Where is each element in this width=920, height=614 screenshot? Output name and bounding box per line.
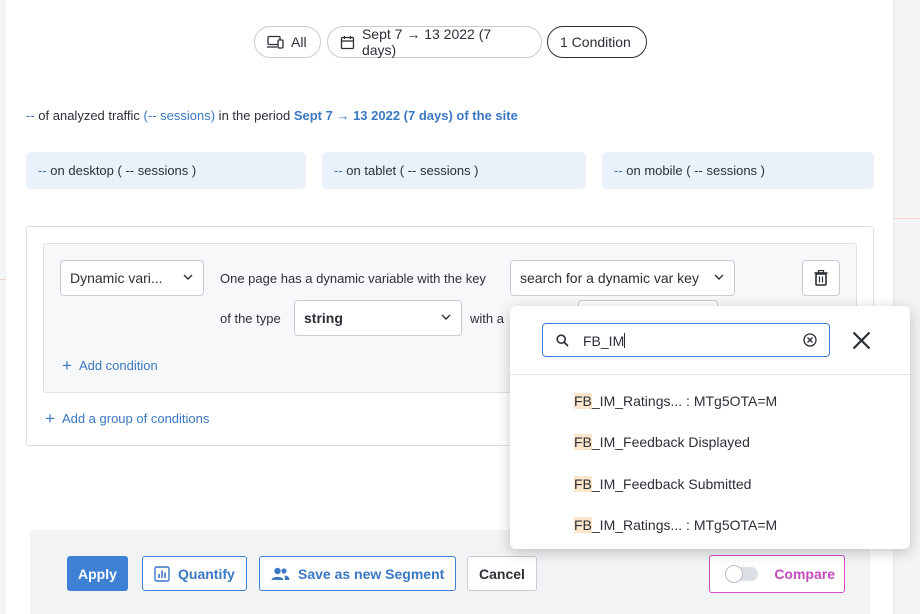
option-rest: _IM_Feedback Displayed [591, 434, 750, 450]
option-match: FB [574, 393, 592, 409]
desktop-dash: -- [38, 163, 47, 178]
save-segment-button[interactable]: Save as new Segment [259, 556, 457, 591]
condition-sentence-3: with a [470, 311, 504, 326]
summary-period: Sept 7 → 13 2022 (7 days) of the site [293, 108, 518, 123]
delete-condition-button[interactable] [802, 260, 840, 296]
key-search-dropdown: FB_IM FB_IM_Ratings... : MTg5OTA=M FB_IM… [510, 306, 910, 549]
summary-text-2: in the period [215, 108, 294, 123]
trash-icon [814, 270, 828, 286]
add-condition-link[interactable]: + Add condition [62, 357, 158, 374]
option-match: FB [574, 476, 592, 492]
key-search-input[interactable]: FB_IM [542, 323, 830, 357]
condition-filter-pill[interactable]: 1 Condition [547, 26, 647, 58]
text-caret [624, 333, 626, 348]
value-type-select[interactable]: string [294, 300, 462, 336]
date-filter-pill[interactable]: Sept 7 → 13 2022 (7 days) [327, 26, 542, 58]
desktop-text: on desktop ( -- sessions ) [46, 163, 197, 178]
tablet-text: on tablet ( -- sessions ) [342, 163, 479, 178]
devices-icon [267, 35, 284, 49]
desktop-card: -- on desktop ( -- sessions ) [26, 152, 306, 189]
device-filter-pill[interactable]: All [254, 26, 321, 58]
plus-icon: + [45, 409, 55, 428]
search-value-wrap: FB_IM [583, 333, 626, 349]
add-group-label: Add a group of conditions [61, 411, 210, 426]
background-chart-line [894, 218, 920, 219]
quantify-label: Quantify [178, 565, 235, 582]
clear-search-icon[interactable] [803, 333, 817, 347]
quantify-button[interactable]: Quantify [142, 556, 247, 591]
chevron-down-icon [441, 314, 451, 320]
tablet-dash: -- [334, 163, 343, 178]
chevron-down-icon [714, 274, 724, 280]
plus-icon: + [62, 356, 72, 375]
condition-type-value: Dynamic vari... [70, 270, 163, 286]
tablet-card: -- on tablet ( -- sessions ) [322, 152, 586, 189]
cancel-button[interactable]: Cancel [467, 556, 537, 591]
summary-text-1: of analyzed traffic [34, 108, 144, 123]
compare-toggle-button[interactable]: Compare [709, 555, 845, 593]
dropdown-divider [510, 374, 910, 375]
option-rest: _IM_Feedback Submitted [591, 476, 752, 492]
chevron-down-icon [183, 274, 193, 280]
key-option[interactable]: FB_IM_Feedback Displayed [574, 434, 750, 450]
toggle-switch[interactable] [725, 565, 758, 583]
calendar-icon [340, 35, 355, 49]
search-icon [556, 334, 569, 347]
apply-button[interactable]: Apply [67, 556, 128, 591]
dynamic-key-select[interactable]: search for a dynamic var key [510, 260, 735, 296]
save-segment-label: Save as new Segment [298, 565, 445, 582]
bar-chart-icon [154, 565, 170, 582]
condition-sentence-1: One page has a dynamic variable with the… [220, 271, 486, 286]
toggle-knob [725, 565, 743, 583]
device-filter-label: All [291, 34, 307, 50]
apply-label: Apply [78, 565, 117, 582]
close-icon[interactable] [852, 331, 871, 350]
date-filter-label: Sept 7 → 13 2022 (7 days) [361, 26, 492, 58]
condition-filter-label: 1 Condition [560, 34, 631, 50]
key-option[interactable]: FB_IM_Feedback Submitted [574, 476, 751, 492]
mobile-text: on mobile ( -- sessions ) [622, 163, 765, 178]
users-icon [271, 567, 290, 580]
key-option[interactable]: FB_IM_Ratings... : MTg5OTA=M [574, 517, 777, 533]
cancel-label: Cancel [479, 565, 525, 582]
search-value: FB_IM [583, 333, 625, 349]
option-rest: _IM_Ratings... : MTg5OTA=M [591, 517, 778, 533]
summary-dash: -- [26, 108, 35, 123]
option-rest: _IM_Ratings... : MTg5OTA=M [591, 393, 778, 409]
add-condition-label: Add condition [78, 358, 158, 373]
summary-sessions: (-- sessions) [143, 108, 216, 123]
mobile-card: -- on mobile ( -- sessions ) [602, 152, 874, 189]
mobile-dash: -- [614, 163, 623, 178]
condition-type-select[interactable]: Dynamic vari... [60, 260, 204, 296]
traffic-summary: -- of analyzed traffic (-- sessions) in … [26, 108, 518, 123]
value-type-value: string [304, 310, 343, 326]
key-option[interactable]: FB_IM_Ratings... : MTg5OTA=M [574, 393, 777, 409]
condition-sentence-2: of the type [220, 311, 281, 326]
compare-label: Compare [774, 566, 835, 582]
dynamic-key-value: search for a dynamic var key [520, 270, 699, 286]
add-group-link[interactable]: + Add a group of conditions [45, 410, 209, 427]
option-match: FB [574, 517, 592, 533]
option-match: FB [574, 434, 592, 450]
